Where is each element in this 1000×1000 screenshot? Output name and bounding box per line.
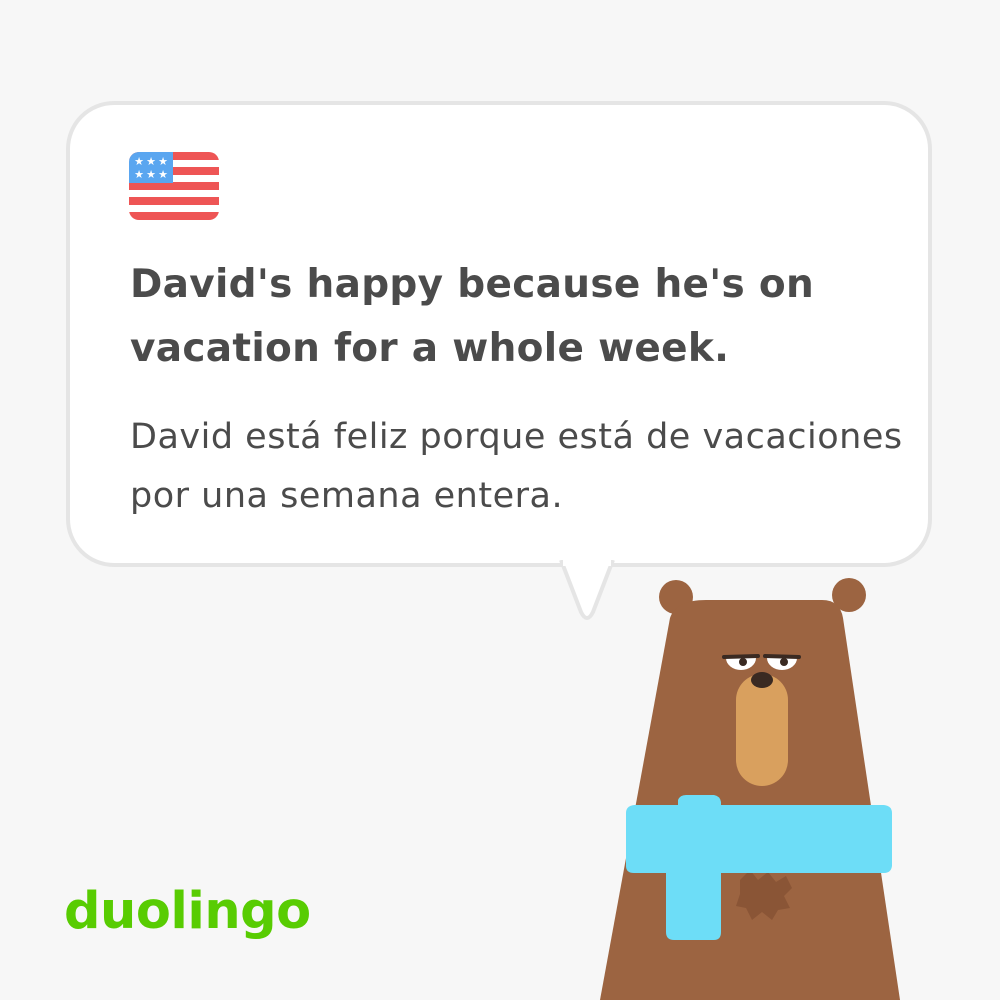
svg-text:★: ★ xyxy=(146,155,156,168)
svg-text:★: ★ xyxy=(158,155,168,168)
spanish-translation: David está feliz porque está de vacacion… xyxy=(130,417,903,516)
english-sentence: David's happy because he's on vacation f… xyxy=(130,262,815,371)
bear-with-scarf-icon xyxy=(600,578,900,1000)
svg-text:★: ★ xyxy=(158,168,168,181)
duolingo-logo: duolingo xyxy=(64,882,311,941)
svg-text:★: ★ xyxy=(134,155,144,168)
us-flag-icon: ★ ★ ★ ★ ★ ★ xyxy=(129,152,219,220)
svg-text:★: ★ xyxy=(134,168,144,181)
svg-text:★: ★ xyxy=(146,168,156,181)
